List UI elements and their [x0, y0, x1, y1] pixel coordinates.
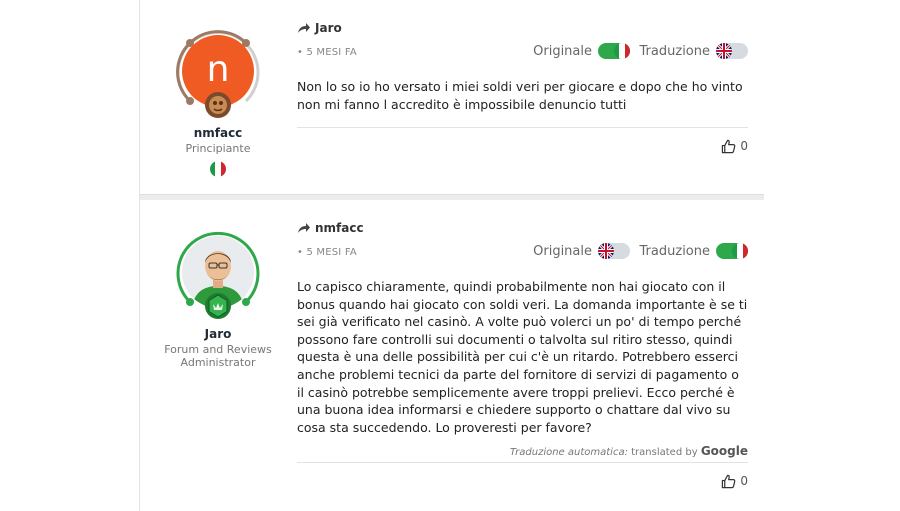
divider — [297, 127, 748, 129]
comment-time: • 5 MESI FA — [297, 47, 357, 58]
uk-flag-icon — [598, 243, 614, 259]
avatar[interactable] — [173, 227, 263, 319]
original-switch[interactable] — [598, 43, 630, 59]
original-toggle[interactable]: Originale — [533, 243, 630, 259]
reply-arrow-icon — [298, 223, 310, 233]
author-rank: Forum and Reviews Administrator — [160, 343, 276, 369]
reply-to-name: Jaro — [315, 21, 342, 35]
comment-content: Jaro • 5 MESI FA Originale Traduzione No… — [297, 20, 748, 156]
comment-thread: n nmfacc Principiante Jaro • 5 MESI FA O… — [139, 0, 764, 511]
comment-author: n nmfacc Principiante — [160, 26, 276, 177]
reply-arrow-icon — [298, 23, 310, 33]
admin-badge-icon — [205, 293, 231, 319]
comment-meta: • 5 MESI FA Originale Traduzione — [297, 43, 748, 63]
original-toggle[interactable]: Originale — [533, 43, 630, 59]
translation-switch[interactable] — [716, 43, 748, 59]
translated-by-label: translated by — [631, 447, 698, 459]
comment-time: • 5 MESI FA — [297, 247, 357, 258]
author-name[interactable]: nmfacc — [160, 126, 276, 140]
comment-author: Jaro Forum and Reviews Administrator — [160, 227, 276, 369]
original-switch[interactable] — [598, 243, 630, 259]
italy-flag-icon — [614, 43, 630, 59]
translation-label: Traduzione — [639, 243, 710, 259]
original-label: Originale — [533, 243, 592, 259]
comment-content: nmfacc • 5 MESI FA Originale Traduzione … — [297, 220, 748, 491]
like-button[interactable]: 0 — [297, 136, 748, 156]
thumbs-up-icon — [722, 474, 736, 489]
avatar[interactable]: n — [173, 26, 263, 118]
translation-toggle[interactable]: Traduzione — [640, 43, 748, 59]
google-logo: Google — [700, 444, 748, 459]
translation-switch[interactable] — [716, 243, 748, 259]
like-count: 0 — [740, 139, 748, 154]
original-label: Originale — [533, 43, 592, 59]
reply-to[interactable]: nmfacc — [297, 220, 748, 236]
reply-to-name: nmfacc — [315, 221, 364, 235]
auto-translation-label: Traduzione automatica: — [509, 447, 628, 459]
comment-text: Lo capisco chiaramente, quindi probabilm… — [297, 279, 748, 435]
author-rank-line2: Administrator — [180, 356, 256, 369]
comment-text: Non lo so io ho versato i miei soldi ver… — [297, 79, 743, 112]
translation-toggle[interactable]: Traduzione — [640, 243, 748, 259]
reply-to[interactable]: Jaro — [297, 20, 748, 36]
author-rank-line1: Forum and Reviews — [164, 343, 272, 356]
italy-flag-icon — [210, 161, 226, 177]
comment-meta: • 5 MESI FA Originale Traduzione — [297, 243, 748, 263]
rank-badge-icon — [205, 92, 231, 118]
thumbs-up-icon — [722, 139, 736, 153]
auto-translation-note: Traduzione automatica: translated by Goo… — [297, 444, 748, 458]
author-rank: Principiante — [185, 142, 251, 155]
comment-post: Jaro Forum and Reviews Administrator nmf… — [140, 200, 764, 511]
like-button[interactable]: 0 — [297, 471, 748, 491]
like-count: 0 — [740, 474, 748, 489]
uk-flag-icon — [716, 43, 732, 59]
italy-flag-icon — [732, 243, 748, 259]
comment-post: n nmfacc Principiante Jaro • 5 MESI FA O… — [140, 0, 764, 194]
author-name[interactable]: Jaro — [160, 327, 276, 341]
translation-label: Traduzione — [639, 43, 710, 59]
divider — [297, 462, 748, 464]
